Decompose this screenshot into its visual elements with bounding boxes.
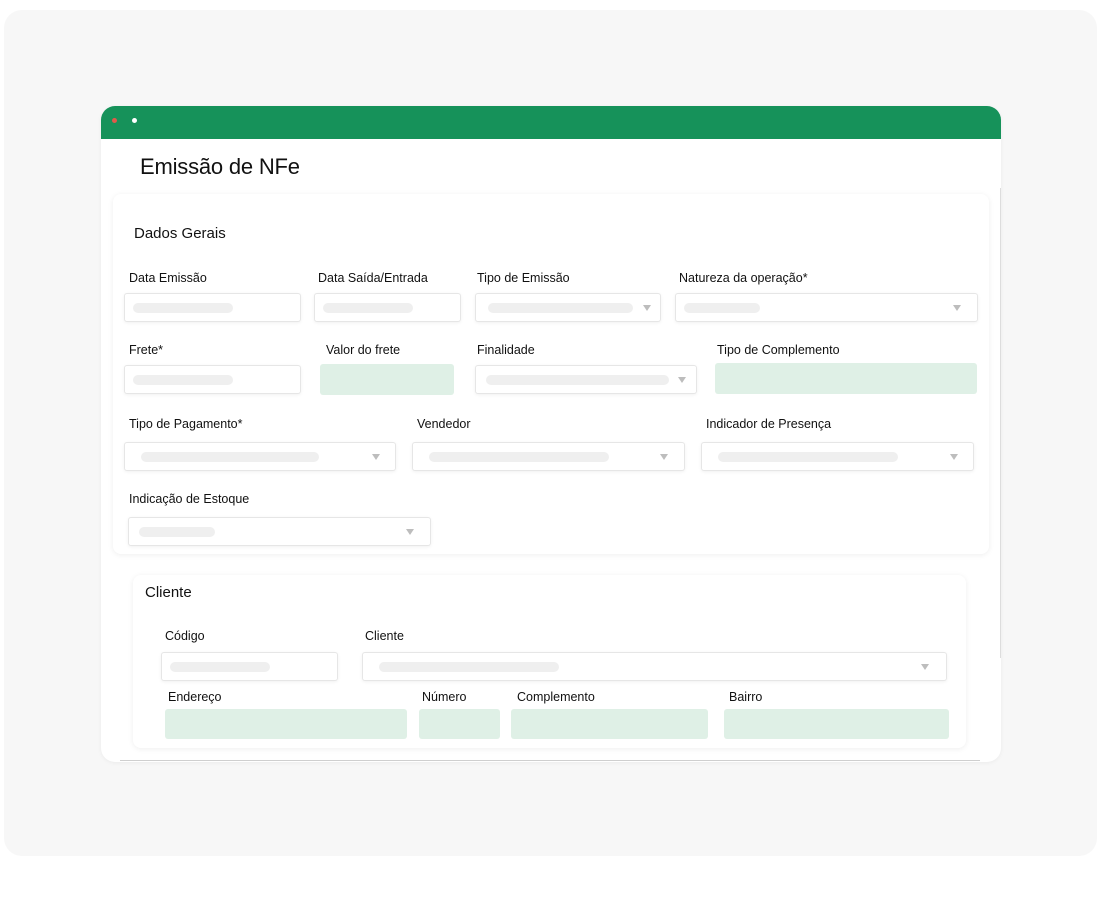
window-dot-icon[interactable] bbox=[132, 118, 137, 123]
placeholder-bar bbox=[323, 303, 413, 313]
placeholder-bar bbox=[170, 662, 270, 672]
numero-label: Número bbox=[422, 690, 467, 704]
data-saida-entrada-label: Data Saída/Entrada bbox=[318, 271, 428, 285]
chevron-down-icon bbox=[406, 529, 414, 535]
frete-input[interactable] bbox=[124, 365, 301, 394]
numero-field[interactable] bbox=[419, 709, 500, 739]
tipo-pagamento-select[interactable] bbox=[124, 442, 396, 471]
chevron-down-icon bbox=[950, 454, 958, 460]
window-divider bbox=[1000, 188, 1001, 658]
dados-gerais-title: Dados Gerais bbox=[134, 225, 226, 242]
bairro-field[interactable] bbox=[724, 709, 949, 739]
valor-frete-label: Valor do frete bbox=[326, 343, 401, 357]
placeholder-bar bbox=[141, 452, 319, 462]
tipo-emissao-label: Tipo de Emissão bbox=[477, 271, 570, 285]
page-title: Emissão de NFe bbox=[140, 154, 300, 179]
chevron-down-icon bbox=[921, 664, 929, 670]
tipo-complemento-label: Tipo de Complemento bbox=[717, 343, 840, 357]
chevron-down-icon bbox=[678, 377, 686, 383]
complemento-label: Complemento bbox=[517, 690, 595, 704]
indicacao-estoque-label: Indicação de Estoque bbox=[129, 492, 250, 506]
chevron-down-icon bbox=[372, 454, 380, 460]
complemento-field[interactable] bbox=[511, 709, 708, 739]
vendedor-select[interactable] bbox=[412, 442, 685, 471]
indicacao-estoque-select[interactable] bbox=[128, 517, 431, 546]
cliente-label: Cliente bbox=[365, 629, 404, 643]
natureza-operacao-select[interactable] bbox=[675, 293, 978, 322]
placeholder-bar bbox=[379, 662, 559, 672]
placeholder-bar bbox=[133, 375, 233, 385]
natureza-operacao-label: Natureza da operação* bbox=[679, 271, 808, 285]
placeholder-bar bbox=[429, 452, 609, 462]
frete-label: Frete* bbox=[129, 343, 164, 357]
valor-frete-field[interactable] bbox=[320, 364, 454, 395]
endereco-label: Endereço bbox=[168, 690, 222, 704]
data-saida-entrada-input[interactable] bbox=[314, 293, 461, 322]
chevron-down-icon bbox=[953, 305, 961, 311]
placeholder-bar bbox=[133, 303, 233, 313]
vendedor-label: Vendedor bbox=[417, 417, 471, 431]
chevron-down-icon bbox=[660, 454, 668, 460]
indicador-presenca-select[interactable] bbox=[701, 442, 974, 471]
placeholder-bar bbox=[486, 375, 669, 385]
placeholder-bar bbox=[139, 527, 215, 537]
finalidade-label: Finalidade bbox=[477, 343, 535, 357]
indicador-presenca-label: Indicador de Presença bbox=[706, 417, 832, 431]
finalidade-select[interactable] bbox=[475, 365, 697, 394]
window-titlebar bbox=[101, 106, 1001, 139]
tipo-complemento-field[interactable] bbox=[715, 363, 977, 394]
placeholder-bar bbox=[718, 452, 898, 462]
codigo-label: Código bbox=[165, 629, 205, 643]
cliente-select[interactable] bbox=[362, 652, 947, 681]
close-window-dot-icon[interactable] bbox=[112, 118, 117, 123]
cliente-title: Cliente bbox=[145, 584, 192, 601]
placeholder-bar bbox=[684, 303, 760, 313]
placeholder-bar bbox=[488, 303, 633, 313]
bottom-divider bbox=[120, 760, 980, 761]
data-emissao-input[interactable] bbox=[124, 293, 301, 322]
bairro-label: Bairro bbox=[729, 690, 763, 704]
tipo-pagamento-label: Tipo de Pagamento* bbox=[129, 417, 243, 431]
endereco-field[interactable] bbox=[165, 709, 407, 739]
chevron-down-icon bbox=[643, 305, 651, 311]
codigo-input[interactable] bbox=[161, 652, 338, 681]
data-emissao-label: Data Emissão bbox=[129, 271, 207, 285]
tipo-emissao-select[interactable] bbox=[475, 293, 661, 322]
